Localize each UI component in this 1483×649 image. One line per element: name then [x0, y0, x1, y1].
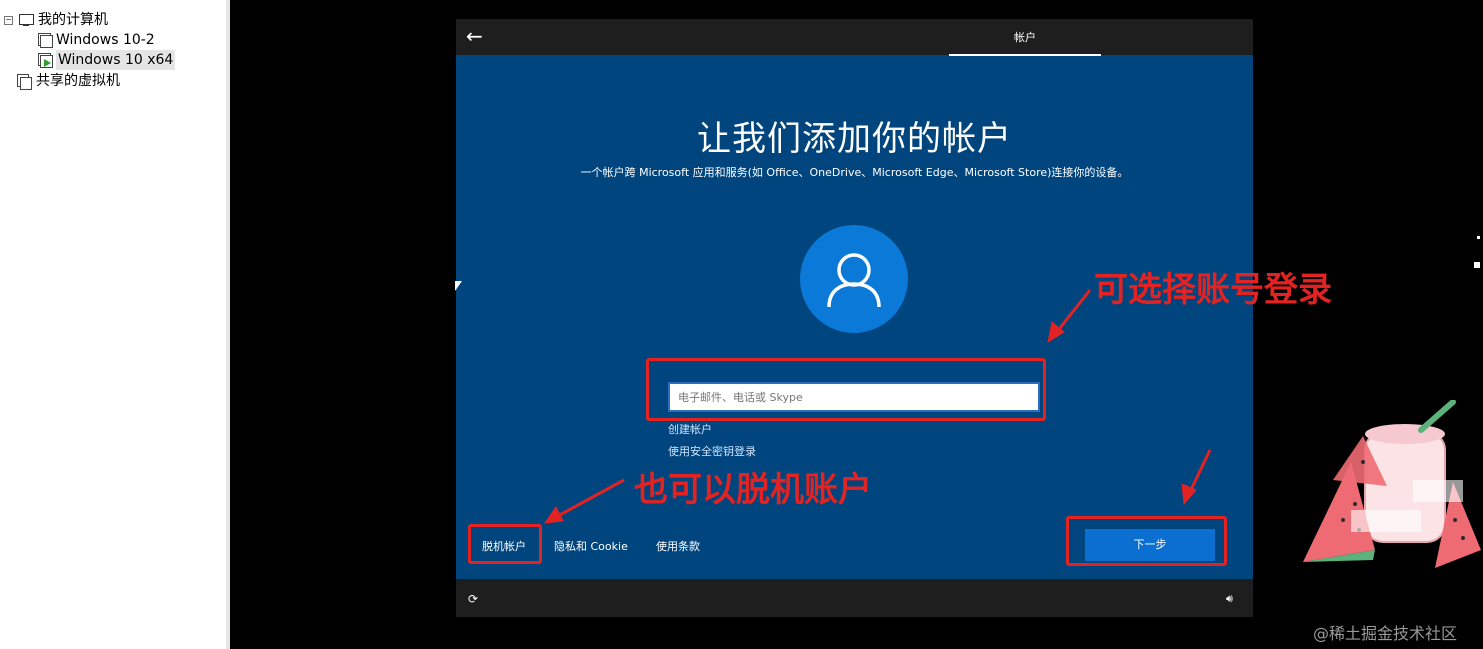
watermelon-sticker-icon [1303, 400, 1481, 568]
annotation-offline: 也可以脱机账户 [634, 470, 872, 510]
resize-handle[interactable] [1473, 261, 1481, 269]
mouse-cursor-icon [455, 281, 462, 291]
resize-handle-small[interactable] [1476, 235, 1481, 240]
annotation-account-login: 可选择账号登录 [1094, 270, 1332, 310]
annotation-arrows [543, 289, 1212, 524]
watermark: @稀土掘金技术社区 [1313, 624, 1458, 643]
